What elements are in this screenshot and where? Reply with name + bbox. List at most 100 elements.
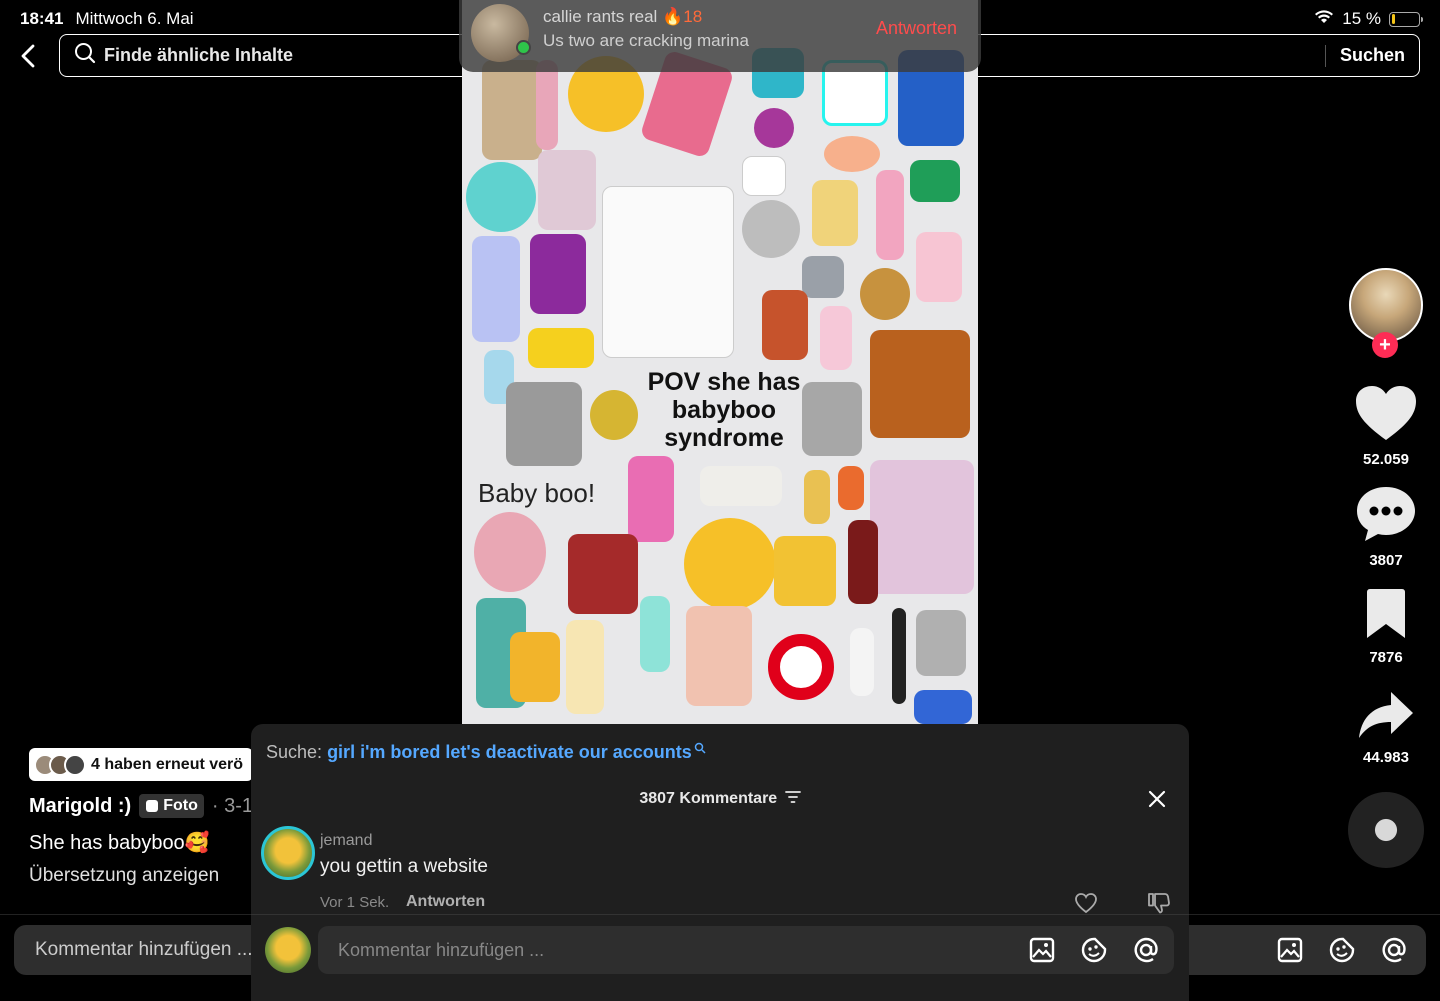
save-button[interactable]: 7876 [1346,588,1426,666]
bottom-comment-placeholder: Kommentar hinzufügen ... [35,939,253,960]
comment-text: you gettin a website [320,856,488,877]
thumbs-down-icon [1148,893,1170,914]
mention-icon[interactable] [1132,936,1160,964]
sticker-takis-purple [530,234,586,314]
photo-icon [146,800,159,812]
bottom-bar-icons [1276,936,1408,964]
image-icon[interactable] [1028,936,1056,964]
share-count: 44.983 [1363,749,1409,766]
sticker-nails [686,606,752,706]
comments-search-suggestion[interactable]: Suche: girl i'm bored let's deactivate o… [266,742,706,763]
sticker-vanity [602,186,734,358]
translate-link[interactable]: Übersetzung anzeigen [29,865,219,887]
sticker-lotion [472,236,520,342]
wifi-icon [1314,9,1334,29]
sticker-mascara [892,608,906,704]
my-avatar [265,927,311,973]
sticker-hairbrush [876,170,904,260]
sticker-salad [762,290,808,360]
chevron-left-icon [21,44,35,68]
search-query-link[interactable]: girl i'm bored let's deactivate our acco… [327,742,692,762]
search-submit-button[interactable]: Suchen [1340,45,1405,66]
comments-header[interactable]: 3807 Kommentare [251,790,1189,808]
like-button[interactable]: 52.059 [1346,384,1426,468]
notification-sender: callie rants real [543,7,658,26]
sticker-icon[interactable] [1080,936,1108,964]
sticker-mist [640,596,670,672]
online-indicator [516,40,531,55]
comment-reply-button[interactable]: Antworten [406,893,485,911]
comment-button[interactable]: 3807 [1346,485,1426,569]
sticker-sunscreen [566,620,604,714]
share-arrow-icon [1359,692,1413,738]
sticker-dr-pepper [848,520,878,604]
notification-banner[interactable]: callie rants real 🔥18 Us two are crackin… [459,0,981,72]
sticker-icon[interactable] [1328,936,1356,964]
sticker-target [768,634,834,700]
reposted-badge[interactable]: 4 haben erneut verö [29,748,253,781]
heart-outline-icon [1075,893,1097,914]
comment-bubble-icon [1357,487,1415,541]
comments-count-title: 3807 Kommentare [639,790,778,807]
sticker-backpack [538,150,596,230]
search-divider [1324,44,1326,67]
video-overlay-text: POV she has babyboo syndrome [647,368,801,452]
battery-percent: 15 % [1342,9,1381,28]
comment-author[interactable]: jemand [320,832,372,850]
author-name[interactable]: Marigold :) [29,795,131,818]
sticker-sour-patch [528,328,594,368]
status-date: Mittwoch 6. Mai [75,9,194,28]
sticker-emoji-tongue [684,518,776,610]
sticker-iphone [820,306,852,370]
sticker-pajamas [870,460,974,594]
sticker-roblox [802,256,844,298]
creator-avatar[interactable] [1349,268,1423,342]
status-time: 18:41 [20,9,64,28]
follow-button[interactable]: + [1372,332,1398,358]
author-row: Marigold :) Foto · 3-10 [29,794,264,818]
status-bar-left: 18:41 Mittwoch 6. Mai [20,9,194,29]
battery-icon [1389,11,1423,27]
sticker-perfume [536,60,558,150]
sticker-baby-face-2 [506,382,582,466]
sticker-baby-face [742,200,800,258]
sticker-balm [824,136,880,172]
sticker-gum [910,160,960,202]
mention-icon[interactable] [1380,936,1408,964]
filter-icon[interactable] [784,791,801,803]
comment-input-container[interactable] [318,926,1174,974]
post-media[interactable]: POV she has babyboo syndrome Baby boo! [462,0,978,724]
sticker-aquaphor [850,628,874,696]
sticker-roblox-avatar [812,180,858,246]
search-icon [694,742,706,754]
sticker-hair-ties [474,512,546,592]
notification-title: callie rants real 🔥18 [543,7,702,27]
post-caption: She has babyboo🥰 [29,832,210,854]
sticker-airpods [742,156,786,196]
post-type-label: Foto [163,797,198,814]
save-count: 7876 [1369,649,1403,666]
close-comments-button[interactable] [1147,789,1167,809]
comment-input[interactable] [338,939,1028,961]
image-icon[interactable] [1276,936,1304,964]
sticker-serum [838,466,864,510]
share-button[interactable]: 44.983 [1346,690,1426,766]
panel-divider [251,914,1189,915]
sticker-cookie [860,268,910,320]
comment-time: Vor 1 Sek. [320,894,390,911]
sticker-fries [510,632,560,702]
like-count: 52.059 [1363,451,1409,468]
sticker-starbucks [916,232,962,302]
sound-disc[interactable] [1348,792,1424,868]
sticker-baby-face-4 [916,610,966,676]
sticker-soap [628,456,674,542]
search-prefix: Suche: [266,742,323,762]
sticker-stress-ball [754,108,794,148]
bookmark-icon [1367,589,1405,638]
sticker-popcorn [774,536,836,606]
comment-author-avatar[interactable] [261,826,315,880]
status-bar-right: 15 % [1314,9,1423,29]
back-button[interactable] [16,42,40,70]
notification-reply-button[interactable]: Antworten [876,18,957,39]
sticker-oil [804,470,830,524]
